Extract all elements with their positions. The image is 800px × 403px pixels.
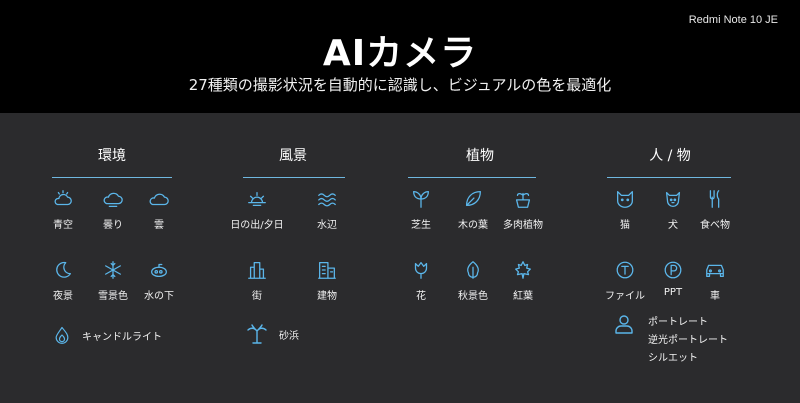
scene-building: 建物 [292, 259, 362, 302]
page-title: AIカメラ [322, 33, 478, 74]
building-icon [318, 262, 336, 279]
category-plants: 植物 [466, 148, 494, 164]
scene-maple: 紅葉 [488, 259, 558, 302]
tulip-icon [414, 262, 428, 279]
fork-knife-icon [709, 190, 720, 208]
scene-silhouette: シルエット [648, 353, 698, 364]
sprout-icon [413, 191, 429, 208]
palm-tree-icon [247, 324, 267, 344]
category-environment: 環境 [98, 148, 126, 164]
category-divider [243, 177, 345, 178]
city-icon [248, 262, 266, 279]
category-divider [607, 177, 731, 178]
portrait-labels: ポートレート 逆光ポートレート シルエット [646, 314, 728, 368]
scene-beach: 砂浜 [245, 322, 299, 346]
tree-leaf-icon [467, 261, 479, 279]
flame-icon [55, 326, 69, 344]
header-banner: Redmi Note 10 JE AIカメラ 27種類の撮影状況を自動的に認識し… [0, 0, 800, 113]
sun-cloud-icon [54, 190, 72, 206]
maple-leaf-icon [515, 261, 531, 279]
cat-icon [617, 191, 633, 208]
sunrise-icon [248, 191, 266, 207]
scene-underwater: 水の下 [124, 259, 194, 302]
category-divider [408, 177, 536, 178]
scene-sunrise: 日の出/夕日 [222, 188, 292, 231]
scene-portrait: ポートレート [648, 317, 708, 328]
car-icon [706, 264, 724, 278]
scene-portrait-group: ポートレート 逆光ポートレート シルエット [612, 314, 728, 368]
scene-street: 街 [222, 259, 292, 302]
leaf-icon [465, 191, 481, 207]
category-people-objects: 人 / 物 [649, 148, 691, 164]
overcast-icon [103, 192, 123, 207]
category-divider [52, 177, 172, 178]
scene-car: 車 [680, 259, 750, 302]
scene-food: 食べ物 [680, 188, 750, 231]
category-landscape: 風景 [279, 148, 307, 164]
waves-icon [318, 193, 336, 207]
page-subtitle: 27種類の撮影状況を自動的に認識し、ビジュアルの色を最適化 [188, 76, 612, 94]
person-icon [615, 315, 633, 334]
scene-candlelight: キャンドルライト [52, 324, 162, 346]
scene-backlit-portrait: 逆光ポートレート [648, 335, 728, 346]
moon-icon [56, 261, 71, 278]
submarine-icon [151, 263, 167, 278]
scene-cloud: 雲 [124, 188, 194, 231]
cloud-icon [149, 193, 169, 206]
snowflake-icon [105, 261, 121, 279]
potted-plant-icon [515, 192, 531, 208]
scene-waterside: 水辺 [292, 188, 362, 231]
scene-succulent: 多肉植物 [488, 188, 558, 231]
document-text-icon [616, 261, 634, 279]
